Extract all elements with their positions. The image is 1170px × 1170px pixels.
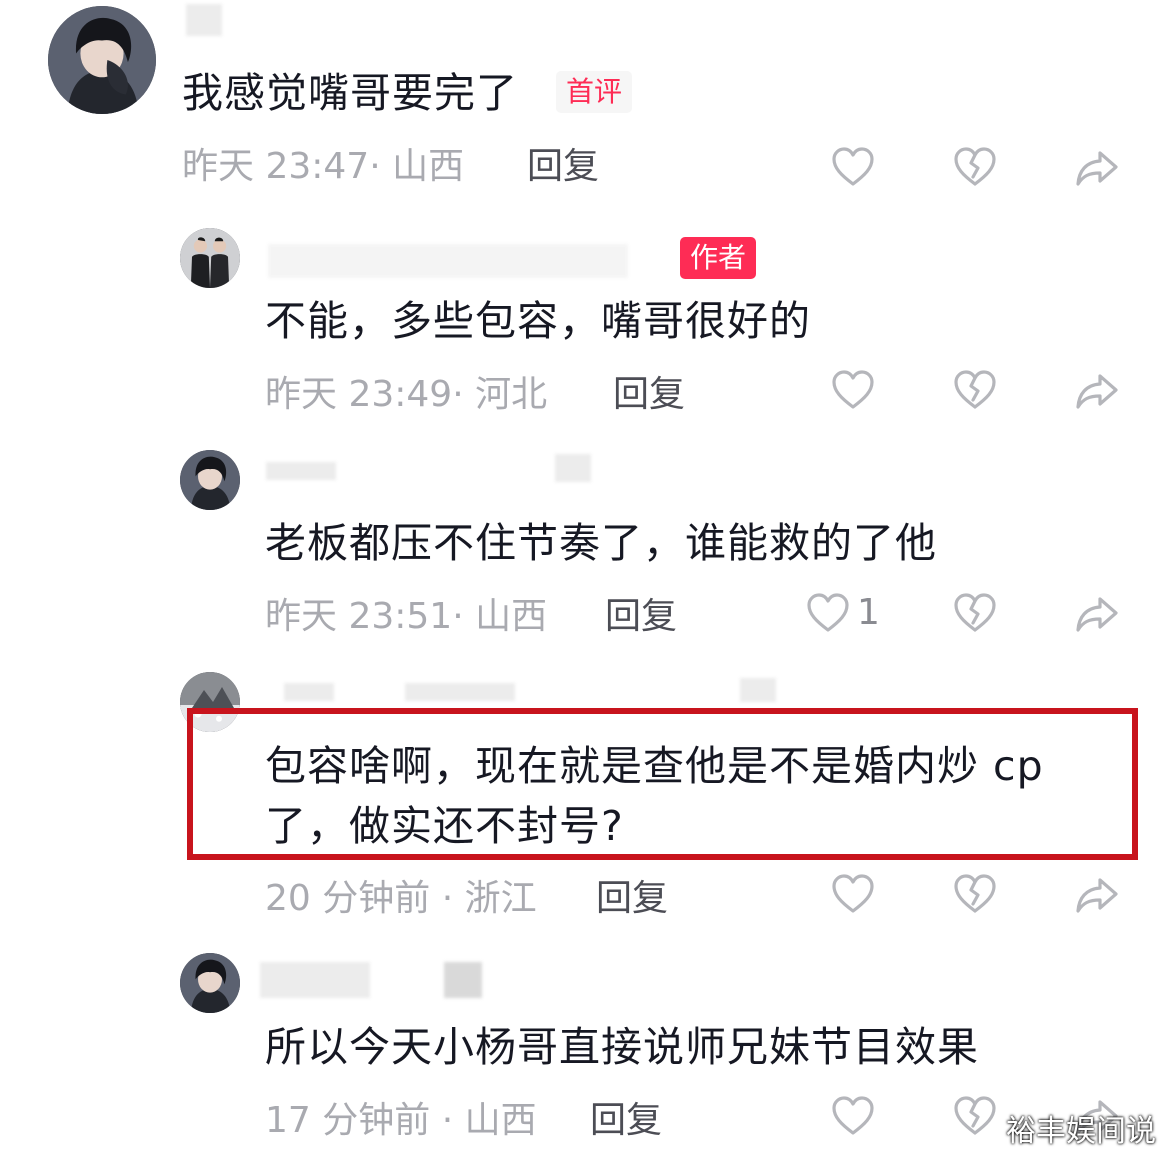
- broken-heart-icon[interactable]: [951, 143, 999, 191]
- user-avatar[interactable]: [48, 6, 156, 114]
- heart-icon[interactable]: [829, 366, 877, 414]
- comment-text-line2: 了，做实还不封号?: [265, 802, 624, 850]
- comment-text: 我感觉嘴哥要完了: [182, 69, 518, 117]
- reply-button[interactable]: 回复: [596, 874, 668, 924]
- username-redacted: [405, 683, 515, 701]
- comment-meta: 昨天 23:51· 山西: [265, 596, 548, 637]
- username-redacted: [740, 678, 776, 702]
- anime-boy-avatar-icon: [180, 450, 240, 510]
- username-redacted: [268, 244, 628, 278]
- two-men-avatar-icon: [180, 228, 240, 288]
- reply-button[interactable]: 回复: [613, 370, 685, 420]
- reply-button[interactable]: 回复: [590, 1096, 662, 1146]
- user-avatar[interactable]: [180, 450, 240, 510]
- first-comment-badge: 首评: [556, 71, 633, 113]
- heart-icon[interactable]: [829, 870, 877, 918]
- broken-heart-icon[interactable]: [951, 870, 999, 918]
- share-icon[interactable]: [1073, 589, 1121, 637]
- user-avatar[interactable]: [180, 953, 240, 1013]
- comment-text: 所以今天小杨哥直接说师兄妹节目效果: [265, 1023, 979, 1071]
- comment-text-line1: 包容啥啊，现在就是查他是不是婚内炒 cp: [265, 742, 1044, 790]
- share-icon[interactable]: [1073, 870, 1121, 918]
- share-icon[interactable]: [1073, 366, 1121, 414]
- like-count: 1: [857, 592, 880, 633]
- username-redacted: [260, 962, 370, 998]
- watermark: 裕丰娱间说: [1006, 1114, 1156, 1149]
- comment-meta: 昨天 23:47· 山西: [182, 146, 465, 187]
- username-redacted: [284, 683, 334, 701]
- broken-heart-icon[interactable]: [951, 366, 999, 414]
- reply-button[interactable]: 回复: [605, 592, 677, 642]
- comment-meta: 20 分钟前 · 浙江: [265, 878, 537, 919]
- username-redacted: [266, 462, 336, 480]
- comment-meta: 昨天 23:49· 河北: [265, 374, 548, 415]
- reply-button[interactable]: 回复: [527, 142, 599, 192]
- author-badge: 作者: [680, 237, 757, 279]
- username-redacted: [555, 454, 591, 482]
- broken-heart-icon[interactable]: [951, 1092, 999, 1140]
- anime-boy-avatar-icon: [180, 953, 240, 1013]
- heart-icon[interactable]: [829, 143, 877, 191]
- heart-icon[interactable]: [804, 589, 852, 637]
- username-redacted: [444, 962, 482, 998]
- share-icon[interactable]: [1073, 143, 1121, 191]
- comment-text: 不能，多些包容，嘴哥很好的: [265, 297, 811, 345]
- anime-boy-avatar-icon: [48, 6, 156, 114]
- comment-text: 老板都压不住节奏了，谁能救的了他: [265, 519, 937, 567]
- heart-icon[interactable]: [829, 1092, 877, 1140]
- user-avatar[interactable]: [180, 228, 240, 288]
- broken-heart-icon[interactable]: [951, 589, 999, 637]
- comment-meta: 17 分钟前 · 山西: [265, 1100, 537, 1141]
- username-redacted: [186, 4, 222, 36]
